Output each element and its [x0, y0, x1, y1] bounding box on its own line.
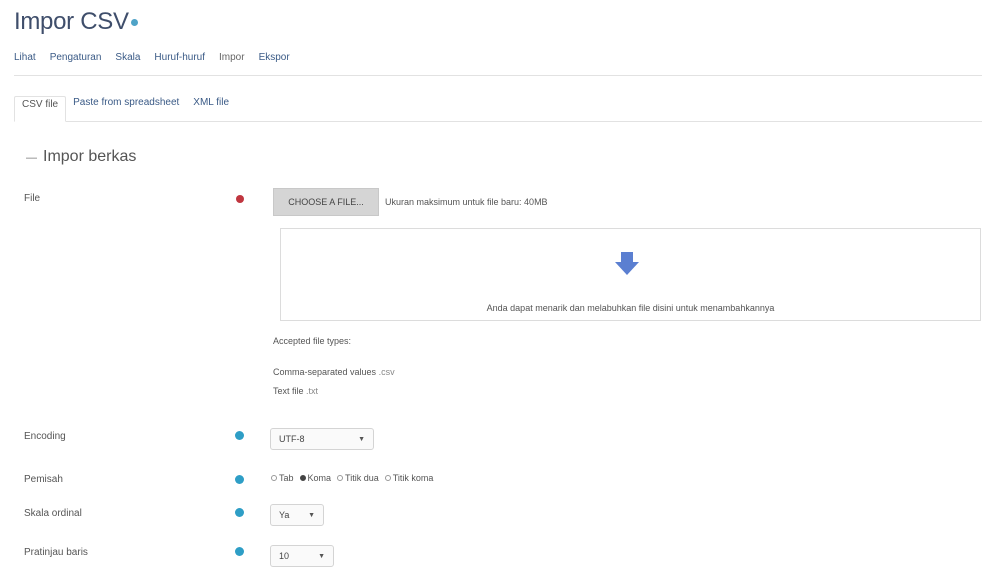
tab-impor[interactable]: Impor: [219, 50, 245, 75]
dropzone-hint: Anda dapat menarik dan melabuhkan file d…: [486, 303, 775, 313]
tab-csv-file[interactable]: CSV file: [14, 96, 67, 122]
section-title: Impor berkas: [43, 148, 137, 165]
scale-value: Ya: [279, 510, 290, 520]
page-title: Impor CSV: [14, 8, 138, 36]
radio-titik-koma[interactable]: Titik koma: [384, 473, 433, 483]
tab-ekspor[interactable]: Ekspor: [259, 50, 290, 75]
info-icon[interactable]: [235, 431, 244, 440]
radio-titik-dua[interactable]: Titik dua: [337, 473, 379, 483]
separator-radio-group: Tab Koma Titik dua Titik koma: [271, 473, 433, 483]
chevron-down-icon: ▼: [358, 435, 365, 443]
chevron-down-icon: ▼: [308, 511, 315, 519]
radio-koma[interactable]: Koma: [299, 473, 331, 483]
collapse-icon[interactable]: —: [26, 152, 37, 164]
choose-file-button[interactable]: CHOOSE A FILE...: [273, 188, 379, 216]
tab-xml-file[interactable]: XML file: [186, 96, 236, 122]
radio-circle-icon: [271, 475, 277, 481]
encoding-label: Encoding: [24, 431, 66, 442]
chevron-down-icon: ▼: [318, 552, 325, 560]
info-icon[interactable]: [235, 547, 244, 556]
preview-rows-label: Pratinjau baris: [24, 547, 88, 558]
preview-rows-value: 10: [279, 551, 290, 561]
scale-select[interactable]: Ya ▼: [270, 504, 324, 526]
encoding-value: UTF-8: [279, 434, 305, 444]
accepted-type-item: Comma-separated values .csv: [273, 367, 395, 377]
tab-paste-from-spreadsheet[interactable]: Paste from spreadsheet: [66, 96, 186, 122]
tab-lihat[interactable]: Lihat: [14, 50, 36, 75]
file-label: File: [24, 193, 41, 204]
import-type-tabs: CSV file Paste from spreadsheet XML file: [14, 96, 982, 122]
info-icon[interactable]: [235, 508, 244, 517]
main-nav-tabs: Lihat Pengaturan Skala Huruf-huruf Impor…: [14, 50, 982, 76]
section-header[interactable]: — Impor berkas: [26, 148, 136, 166]
help-icon[interactable]: [130, 19, 138, 27]
accepted-types-label: Accepted file types:: [273, 336, 352, 346]
tab-pengaturan[interactable]: Pengaturan: [50, 50, 102, 75]
separator-label: Pemisah: [24, 474, 63, 485]
radio-circle-icon: [299, 475, 306, 481]
preview-rows-select[interactable]: 10 ▼: [270, 545, 334, 567]
encoding-select[interactable]: UTF-8 ▼: [270, 428, 374, 450]
tab-huruf-huruf[interactable]: Huruf-huruf: [154, 50, 205, 75]
scale-label: Skala ordinal: [24, 508, 82, 519]
info-icon[interactable]: [235, 475, 244, 484]
download-arrow-icon: [615, 252, 639, 275]
max-file-size-text: Ukuran maksimum untuk file baru: 40MB: [385, 197, 548, 207]
radio-circle-icon: [384, 475, 391, 481]
radio-tab[interactable]: Tab: [271, 473, 294, 483]
required-icon: [236, 195, 244, 203]
radio-circle-icon: [337, 475, 344, 481]
tab-skala[interactable]: Skala: [115, 50, 140, 75]
file-dropzone[interactable]: Anda dapat menarik dan melabuhkan file d…: [280, 228, 981, 321]
accepted-type-item: Text file .txt: [273, 386, 319, 396]
